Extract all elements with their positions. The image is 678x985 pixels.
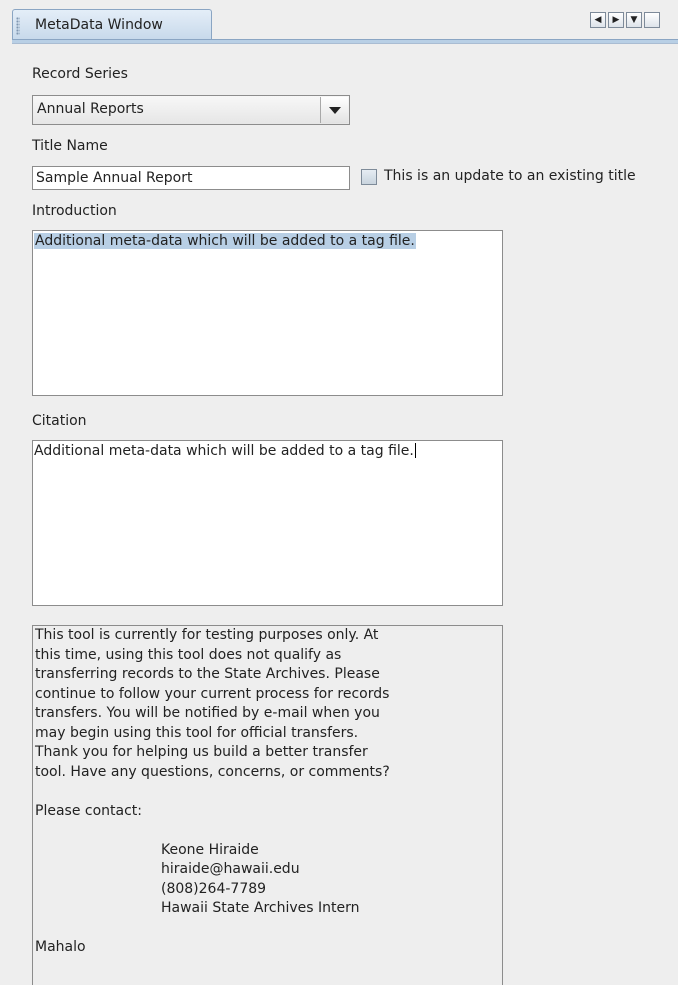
introduction-text: Additional meta-data which will be added…	[34, 233, 416, 249]
introduction-textarea[interactable]: Additional meta-data which will be added…	[32, 230, 503, 396]
notice-line: transferring records to the State Archiv…	[35, 666, 380, 682]
scroll-tabs-right-icon[interactable]: ▶	[608, 12, 624, 28]
notice-line: tool. Have any questions, concerns, or c…	[35, 763, 390, 780]
tab-metadata-window[interactable]: MetaData Window	[12, 9, 212, 41]
contact-phone: (808)264-7789	[161, 880, 267, 897]
record-series-dropdown-button[interactable]	[320, 97, 348, 123]
record-series-selected: Annual Reports	[37, 101, 144, 117]
update-existing-title-checkbox[interactable]	[361, 169, 377, 185]
contact-email: hiraide@hawaii.edu	[161, 861, 300, 877]
notice-panel: This tool is currently for testing purpo…	[32, 625, 503, 985]
title-name-label: Title Name	[32, 138, 108, 154]
chevron-down-icon	[329, 107, 341, 114]
scroll-tabs-left-icon[interactable]: ◀	[590, 12, 606, 28]
contact-prompt: Please contact:	[35, 802, 142, 819]
drag-grip-icon[interactable]	[16, 17, 20, 35]
notice-line: this time, using this tool does not qual…	[35, 646, 342, 663]
citation-label: Citation	[32, 413, 87, 429]
record-series-select[interactable]: Annual Reports	[32, 95, 350, 125]
citation-text: Additional meta-data which will be added…	[34, 443, 416, 459]
update-existing-title-label: This is an update to an existing title	[384, 168, 636, 184]
introduction-label: Introduction	[32, 203, 117, 219]
notice-line: This tool is currently for testing purpo…	[35, 627, 379, 643]
maximize-icon[interactable]	[644, 12, 660, 28]
notice-line: Thank you for helping us build a better …	[35, 744, 368, 760]
contact-role: Hawaii State Archives Intern	[161, 900, 360, 916]
title-name-input[interactable]: Sample Annual Report	[32, 166, 350, 190]
notice-line: may begin using this tool for official t…	[35, 724, 359, 741]
citation-textarea[interactable]: Additional meta-data which will be added…	[32, 440, 503, 606]
contact-name: Keone Hiraide	[161, 841, 259, 858]
tab-underline	[12, 39, 678, 44]
notice-line: transfers. You will be notified by e-mai…	[35, 705, 380, 721]
notice-line: continue to follow your current process …	[35, 685, 390, 702]
record-series-label: Record Series	[32, 66, 128, 82]
tab-label: MetaData Window	[35, 17, 163, 33]
text-caret	[414, 443, 416, 458]
tab-bar: MetaData Window ◀ ▶ ▼	[0, 0, 678, 46]
signoff: Mahalo	[35, 939, 86, 955]
tab-list-menu-icon[interactable]: ▼	[626, 12, 642, 28]
